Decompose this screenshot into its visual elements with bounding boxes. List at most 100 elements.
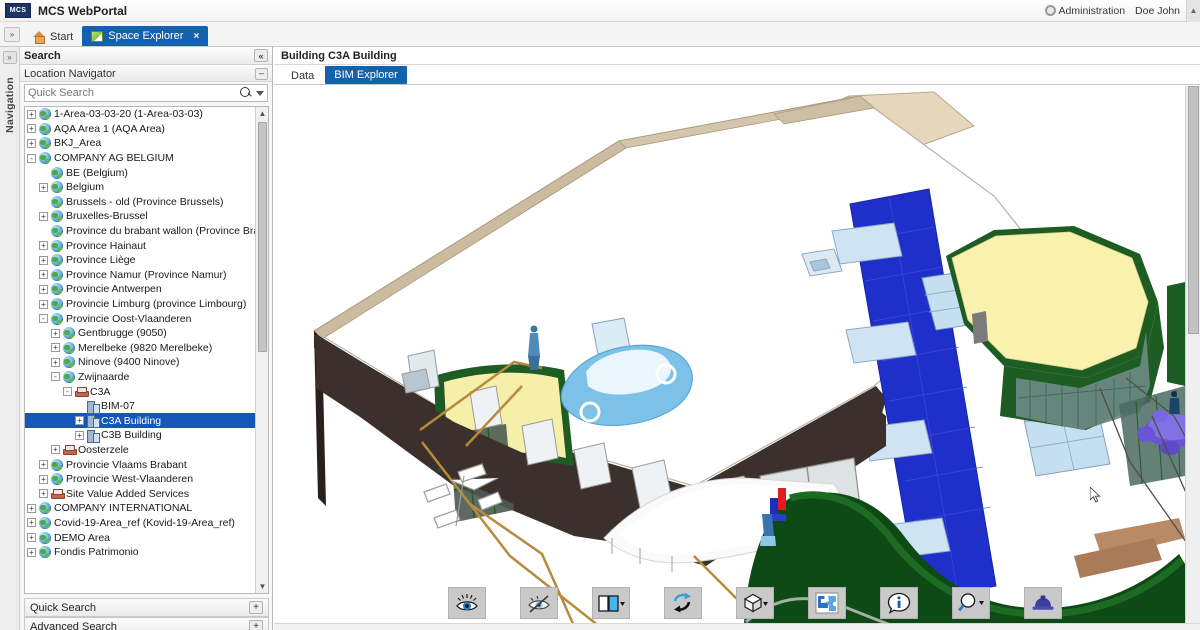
expand-node-icon[interactable]: + [39,270,48,280]
bim-3d-viewer[interactable] [274,86,1185,630]
close-icon[interactable]: × [193,31,199,42]
tree-item-selected[interactable]: + C3A Building [25,413,257,429]
location-tree[interactable]: +1-Area-03-03-20 (1-Area-03-03) + AQA Area… [24,106,269,594]
tree-item[interactable]: + Provincie West-Vlaanderen [25,472,257,487]
show-visible-icon[interactable] [448,587,486,619]
tab-data[interactable]: Data [282,67,323,84]
tree-item[interactable]: + Province Namur (Province Namur) [25,268,257,283]
accordion-quick-search-expand[interactable]: + [249,601,263,614]
main-scroll-thumb[interactable] [1188,86,1199,334]
expand-node-icon[interactable]: + [39,255,48,265]
puzzle-piece-icon[interactable] [808,587,846,619]
tree-item[interactable]: + Ninove (9400 Ninove) [25,355,257,370]
tab-start-label: Start [50,30,74,43]
tree-item[interactable]: + Bruxelles-Brussel [25,209,257,224]
tree-item[interactable]: + DEMO Area [25,530,257,545]
tree-item[interactable]: + Gentbrugge (9050) [25,326,257,341]
tree-scroll-thumb[interactable] [258,122,267,352]
location-navigator-minimize-button[interactable]: – [255,67,268,80]
info-icon[interactable] [880,587,918,619]
globe-icon [39,152,51,165]
collapse-node-icon[interactable]: - [63,387,72,397]
expand-node-icon[interactable]: + [39,241,48,251]
navigation-collapse-button[interactable]: » [4,27,20,42]
tree-scroll-up-arrow[interactable]: ▲ [256,107,268,120]
tree-item[interactable]: + Merelbeke (9820 Merelbeke) [25,341,257,356]
expand-node-icon[interactable]: + [75,416,84,426]
tree-item[interactable]: - Provincie Oost-Vlaanderen [25,311,257,326]
tree-item[interactable]: + Fondis Patrimonio [25,545,257,560]
search-icon[interactable] [240,87,252,99]
tab-space-explorer[interactable]: Space Explorer × [82,26,209,46]
main-vertical-scrollbar[interactable] [1185,86,1200,630]
hide-hidden-icon[interactable] [520,587,558,619]
tree-item[interactable]: + AQA Area 1 (AQA Area) [25,122,257,137]
quick-search-input[interactable] [28,87,240,99]
tree-scroll-down-arrow[interactable]: ▼ [256,580,268,593]
expand-node-icon[interactable]: + [27,503,36,513]
expand-node-icon[interactable]: + [39,489,48,499]
tree-item-label: C3A Building [101,414,162,427]
tree-item[interactable]: BIM-07 [25,399,257,414]
rail-expand-button[interactable]: » [2,51,17,64]
expand-node-icon[interactable]: + [27,547,36,557]
expand-node-icon[interactable]: + [39,460,48,470]
tree-vertical-scrollbar[interactable]: ▲ ▼ [255,107,268,593]
collapse-node-icon[interactable]: - [51,372,60,382]
globe-icon [39,516,51,529]
expand-node-icon[interactable]: + [27,124,36,134]
accordion-quick-search[interactable]: Quick Search + [24,598,269,617]
expand-node-icon[interactable]: + [51,328,60,338]
rotate-icon[interactable] [664,587,702,619]
tree-item[interactable]: + Covid-19-Area_ref (Kovid-19-Area_ref) [25,516,257,531]
expand-node-icon[interactable]: + [51,445,60,455]
tree-item[interactable]: - Zwijnaarde [25,370,257,385]
tree-item[interactable]: + Provincie Vlaams Brabant [25,457,257,472]
tree-item[interactable]: - COMPANY AG BELGIUM [25,151,257,166]
expand-node-icon[interactable]: + [39,474,48,484]
chevron-down-icon[interactable] [256,90,264,96]
collapse-node-icon[interactable]: - [27,153,36,163]
tree-item[interactable]: + Site Value Added Services [25,486,257,501]
expand-node-icon[interactable]: + [27,533,36,543]
tree-item[interactable]: + Oosterzele [25,443,257,458]
user-name[interactable]: Doe John [1135,5,1180,17]
tree-item[interactable]: + Province Liège [25,253,257,268]
expand-node-icon[interactable]: + [51,343,60,353]
tab-start[interactable]: Start [24,27,82,46]
tree-item[interactable]: +1-Area-03-03-20 (1-Area-03-03) [25,107,257,122]
zoom-icon[interactable] [952,587,990,619]
tree-item[interactable]: + Provincie Antwerpen [25,282,257,297]
location-navigator-header[interactable]: Location Navigator – [20,65,272,82]
split-view-icon[interactable] [592,587,630,619]
tree-item[interactable]: + BKJ_Area [25,136,257,151]
hardhat-icon[interactable] [1024,587,1062,619]
expand-node-icon[interactable]: + [75,430,84,440]
expand-node-icon[interactable]: + [27,109,36,119]
box-3d-icon[interactable] [736,587,774,619]
tree-item[interactable]: + Province Hainaut [25,238,257,253]
expand-node-icon[interactable]: + [39,299,48,309]
tree-item[interactable]: Brussels - old (Province Brussels) [25,195,257,210]
tree-item[interactable]: BE (Belgium) [25,165,257,180]
expand-node-icon[interactable]: + [39,211,48,221]
administration-link[interactable]: Administration [1044,5,1125,17]
search-panel-header: Search « [20,47,272,65]
tree-item[interactable]: - C3A [25,384,257,399]
scroll-up-cap[interactable]: ▲ [1186,0,1200,22]
expand-node-icon[interactable]: + [39,284,48,294]
expand-node-icon[interactable]: + [51,357,60,367]
accordion-advanced-search[interactable]: Advanced Search + [24,617,269,630]
expand-node-icon[interactable]: + [27,138,36,148]
tree-item[interactable]: + Provincie Limburg (province Limbourg) [25,297,257,312]
tree-item[interactable]: + C3B Building [25,428,257,443]
tab-bim-explorer[interactable]: BIM Explorer [325,66,407,84]
tree-item[interactable]: Province du brabant wallon (Province Bra… [25,224,257,239]
tree-item[interactable]: + COMPANY INTERNATIONAL [25,501,257,516]
accordion-advanced-search-expand[interactable]: + [249,620,263,630]
collapse-node-icon[interactable]: - [39,314,48,324]
expand-node-icon[interactable]: + [27,518,36,528]
expand-node-icon[interactable]: + [39,182,48,192]
sidebar-collapse-button[interactable]: « [254,49,268,62]
tree-item[interactable]: + Belgium [25,180,257,195]
